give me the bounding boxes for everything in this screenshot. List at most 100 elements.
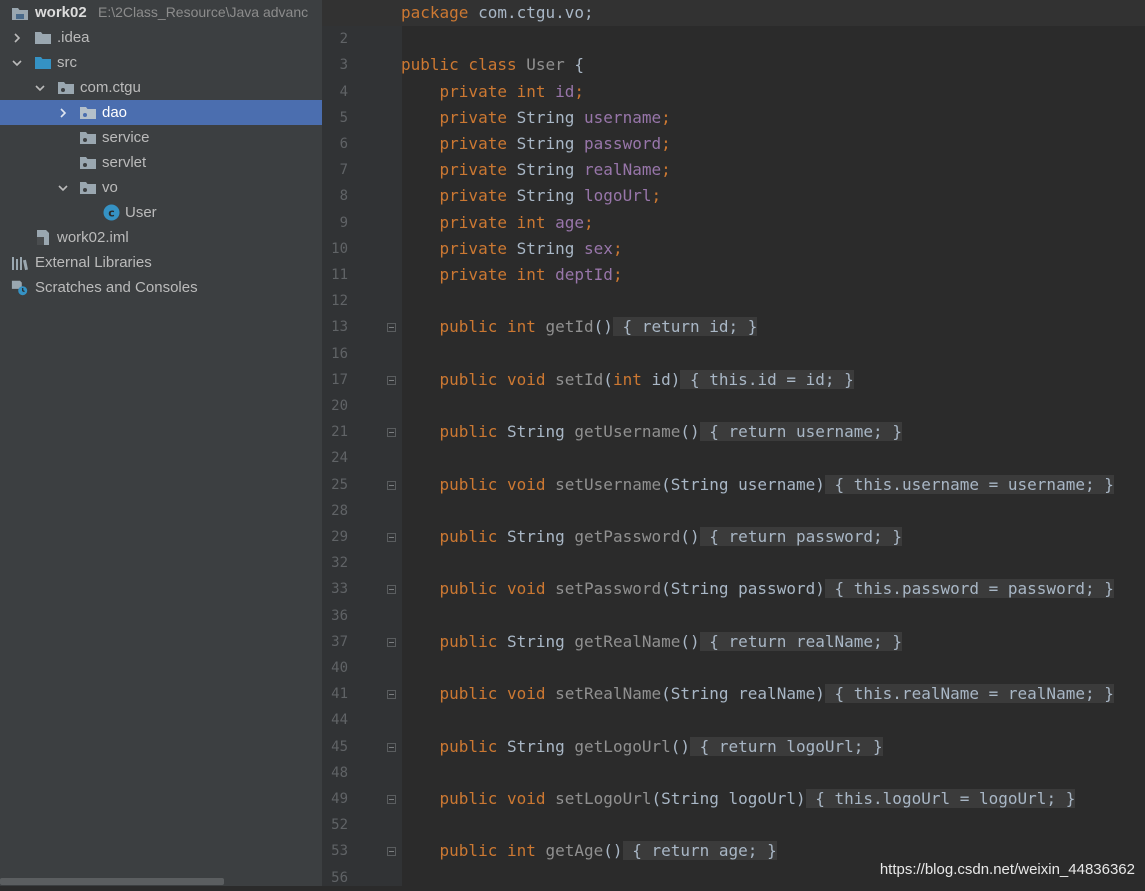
line-number[interactable]: 7 [322,157,348,183]
tree-item-dao[interactable]: dao [0,100,322,125]
line-number[interactable]: 3 [322,52,348,78]
fold-toggle-icon[interactable] [387,585,396,594]
scrollbar-thumb[interactable] [0,878,224,885]
line-number[interactable]: 10 [322,236,348,262]
code-token: = logoUrl [950,789,1047,808]
line-number[interactable]: 25 [322,472,348,498]
line-number[interactable]: 45 [322,734,348,760]
code-line[interactable]: private String username; [401,105,671,131]
line-number[interactable]: 37 [322,629,348,655]
code-token: ; [747,841,768,860]
tree-item-service[interactable]: service [0,125,322,150]
code-token: ; [1084,579,1105,598]
fold-toggle-icon[interactable] [387,323,396,332]
chevron-right-icon[interactable] [56,100,70,125]
line-number[interactable]: 32 [322,550,348,576]
code-line[interactable]: public void setLogoUrl(String logoUrl) {… [401,786,1076,812]
code-line[interactable]: package com.ctgu.vo; [322,0,1145,26]
line-number[interactable]: 13 [322,314,348,340]
code-line[interactable]: public void setUsername(String username)… [401,472,1114,498]
code-line[interactable]: public String getUsername() { return use… [401,419,902,445]
code-line[interactable]: public int getId() { return id; } [401,314,758,340]
tree-root-work02[interactable]: work02 E:\2Class_Resource\Java advanc [0,0,322,25]
line-number[interactable]: 2 [322,26,348,52]
tree-item-external-libraries[interactable]: External Libraries [0,250,322,275]
code-line[interactable]: public String getLogoUrl() { return logo… [401,734,883,760]
tree-item-src[interactable]: src [0,50,322,75]
line-number[interactable]: 16 [322,341,348,367]
code-line[interactable]: private int age; [401,210,594,236]
code-token: id [545,82,575,101]
fold-toggle-icon[interactable] [387,533,396,542]
line-number[interactable]: 28 [322,498,348,524]
line-number[interactable]: 17 [322,367,348,393]
line-number[interactable]: 21 [322,419,348,445]
tree-item-label: External Libraries [35,254,152,271]
code-token: ; [1046,789,1066,808]
code-token: } [1065,789,1076,808]
line-number[interactable]: 52 [322,812,348,838]
code-line[interactable]: private String realName; [401,157,671,183]
code-line[interactable]: public String getPassword() { return pas… [401,524,902,550]
line-number[interactable]: 11 [322,262,348,288]
code-line[interactable]: public void setRealName(String realName)… [401,681,1114,707]
tree-item-com-ctgu[interactable]: com.ctgu [0,75,322,100]
code-token: () [603,841,623,860]
fold-toggle-icon[interactable] [387,795,396,804]
line-number[interactable]: 56 [322,865,348,891]
line-number[interactable]: 48 [322,760,348,786]
chevron-right-icon[interactable] [10,25,24,50]
fold-toggle-icon[interactable] [387,481,396,490]
code-line[interactable]: public void setId(int id) { this.id = id… [401,367,854,393]
line-number[interactable]: 44 [322,707,348,733]
fold-toggle-icon[interactable] [387,690,396,699]
chevron-down-icon[interactable] [56,175,70,200]
tree-item-label: Scratches and Consoles [35,279,198,296]
line-number[interactable]: 8 [322,183,348,209]
chevron-down-icon[interactable] [33,75,47,100]
line-number[interactable]: 36 [322,603,348,629]
line-number[interactable]: 49 [322,786,348,812]
code-line[interactable]: public class User { [401,52,584,78]
code-token: ; [661,134,671,153]
line-number[interactable]: 29 [322,524,348,550]
line-number[interactable]: 40 [322,655,348,681]
fold-toggle-icon[interactable] [387,743,396,752]
code-line[interactable]: private String logoUrl; [401,183,662,209]
line-number[interactable]: 20 [322,393,348,419]
fold-toggle-icon[interactable] [387,638,396,647]
code-token: return [641,317,700,336]
code-line[interactable]: public int getAge() { return age; } [401,838,777,864]
chevron-down-icon[interactable] [10,50,24,75]
line-number[interactable]: 53 [322,838,348,864]
tree-item-scratches[interactable]: Scratches and Consoles [0,275,322,300]
line-number[interactable]: 24 [322,445,348,471]
line-number[interactable]: 12 [322,288,348,314]
code-line[interactable]: public String getRealName() { return rea… [401,629,902,655]
tree-item-idea[interactable]: .idea [0,25,322,50]
line-number[interactable]: 41 [322,681,348,707]
tree-item-vo[interactable]: vo [0,175,322,200]
tree-item-servlet[interactable]: servlet [0,150,322,175]
code-token: { [574,55,585,74]
code-line[interactable]: private String password; [401,131,671,157]
code-line[interactable]: private int id; [401,79,585,105]
line-number[interactable]: 5 [322,105,348,131]
line-number[interactable]: 6 [322,131,348,157]
code-line[interactable]: public void setPassword(String password)… [401,576,1114,602]
svg-text:c: c [108,207,115,220]
tree-item-work02-iml[interactable]: work02.iml [0,225,322,250]
fold-toggle-icon[interactable] [387,376,396,385]
code-line[interactable]: private int deptId; [401,262,623,288]
code-token: return [728,632,787,651]
line-number[interactable]: 4 [322,79,348,105]
line-number[interactable]: 9 [322,210,348,236]
code-token: User [516,55,575,74]
tree-item-user-class[interactable]: c User [0,200,322,225]
fold-toggle-icon[interactable] [387,428,396,437]
line-number[interactable]: 33 [322,576,348,602]
fold-toggle-icon[interactable] [387,847,396,856]
horizontal-scrollbar[interactable] [0,877,322,886]
code-token: { [824,579,854,598]
code-line[interactable]: private String sex; [401,236,623,262]
